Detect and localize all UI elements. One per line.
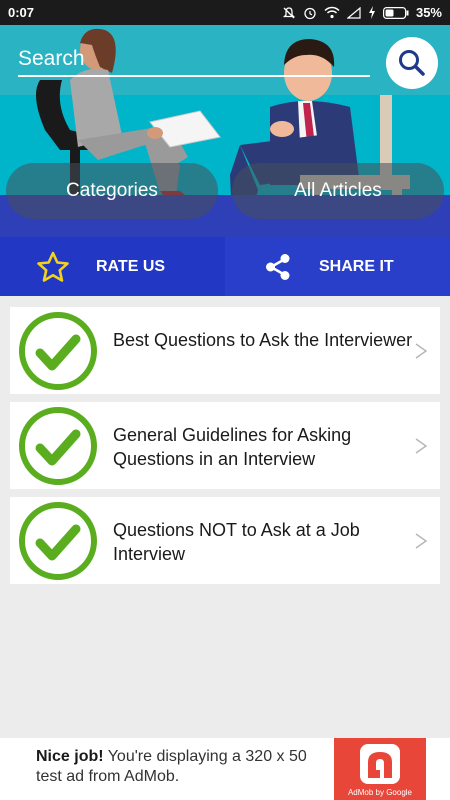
chevron-right-icon [415,343,428,359]
article-item[interactable]: Questions NOT to Ask at a Job Interview [10,497,440,584]
battery-icon [382,6,409,19]
checkmark-icon [19,502,97,580]
battery-percentage: 35% [415,5,442,20]
status-icons: 35% [282,5,442,20]
all-articles-tab[interactable]: All Articles [232,163,444,219]
categories-tab[interactable]: Categories [6,163,218,219]
ad-headline: Nice job! [36,748,104,765]
chevron-right-icon [415,438,428,454]
checkmark-icon [19,312,97,390]
all-articles-tab-label: All Articles [294,180,382,201]
mute-icon [282,6,296,18]
article-title: Questions NOT to Ask at a Job Interview [113,520,360,564]
alarm-icon [304,7,316,19]
admob-logo: AdMob by Google [334,738,426,800]
status-bar: 0:07 35% [0,0,450,25]
admob-icon [360,744,400,784]
signal-icon [346,6,361,19]
share-it-label: SHARE IT [319,257,394,275]
article-item[interactable]: Best Questions to Ask the Interviewer [10,307,440,394]
article-list: Best Questions to Ask the Interviewer Ge… [10,307,440,592]
share-icon [266,253,290,280]
rate-us-button[interactable]: RATE US [0,237,225,296]
star-icon [37,251,69,282]
action-bar: RATE US SHARE IT [0,237,450,296]
search-button[interactable] [386,37,438,89]
chevron-right-icon [415,533,428,549]
ad-text: Nice job! You're displaying a 320 x 50 t… [36,747,332,787]
search-input[interactable]: Search [18,47,85,71]
article-title: General Guidelines for Asking Questions … [113,425,352,469]
status-time: 0:07 [8,5,35,20]
article-item[interactable]: General Guidelines for Asking Questions … [10,402,440,489]
wifi-icon [324,6,340,19]
checkmark-icon [19,407,97,485]
rate-us-label: RATE US [96,257,166,275]
charging-icon [368,6,375,19]
header-banner: Search Categories All Articles [0,25,450,237]
article-title: Best Questions to Ask the Interviewer [113,330,413,350]
share-it-button[interactable]: SHARE IT [225,237,450,296]
search-underline [18,75,370,77]
categories-tab-label: Categories [66,180,158,201]
admob-caption: AdMob by Google [347,788,413,797]
search-icon [399,50,425,76]
ad-banner[interactable]: Nice job! You're displaying a 320 x 50 t… [0,738,450,800]
